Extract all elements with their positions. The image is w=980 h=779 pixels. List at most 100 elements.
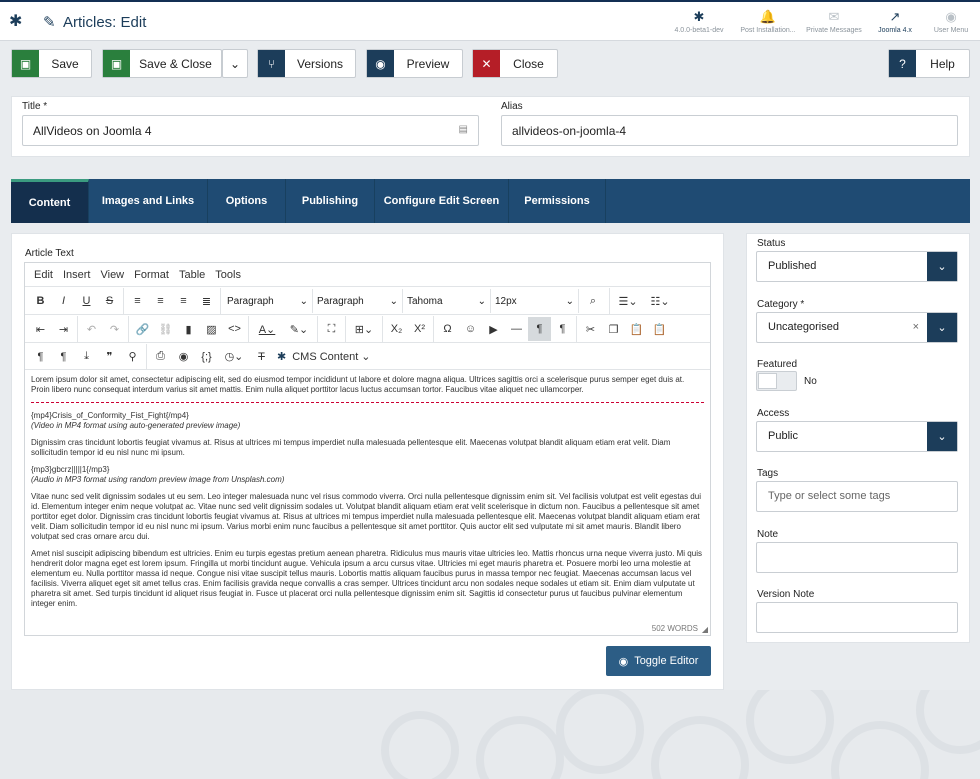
ltr-icon[interactable]: ¶ <box>528 317 551 341</box>
private-messages-label: Private Messages <box>806 27 862 34</box>
background-pattern <box>0 690 980 779</box>
preview-icon[interactable]: ◉ <box>172 345 195 369</box>
post-installation-item[interactable]: 🔔 Post Installation... <box>733 10 803 38</box>
copy-icon[interactable]: ❐ <box>602 317 625 341</box>
strikethrough-icon[interactable]: S <box>98 289 121 313</box>
paragraph-select[interactable]: Paragraph ⌄ <box>313 289 403 313</box>
tags-input[interactable]: Type or select some tags <box>756 481 958 512</box>
resize-handle-icon[interactable]: ◢ <box>702 625 708 634</box>
cut-icon[interactable]: ✂ <box>579 317 602 341</box>
undo-icon[interactable]: ↶ <box>80 317 103 341</box>
bullet-list-icon[interactable]: ☰⌄ <box>612 289 644 313</box>
align-left-icon[interactable]: ≡ <box>126 289 149 313</box>
version-item[interactable]: ✱ 4.0.0-beta1-dev <box>664 10 734 38</box>
save-options-dropdown[interactable]: ⌄ <box>222 49 248 78</box>
menu-tools[interactable]: Tools <box>210 263 246 287</box>
indent-icon[interactable]: ⇥ <box>52 317 75 341</box>
decorative-pattern-icon <box>381 690 980 779</box>
menu-view[interactable]: View <box>95 263 129 287</box>
versions-button[interactable]: ⑂ Versions <box>257 49 356 78</box>
save-button[interactable]: ▣ Save <box>11 49 92 78</box>
bold-icon[interactable]: B <box>29 289 52 313</box>
visual-chars-icon[interactable]: ¶ <box>29 345 52 369</box>
site-link-label: Joomla 4.x <box>878 27 912 34</box>
outdent-icon[interactable]: ⇤ <box>29 317 52 341</box>
visual-blocks-icon[interactable]: ¶ <box>52 345 75 369</box>
insert-datetime-icon[interactable]: ◷⌄ <box>218 345 250 369</box>
align-center-icon[interactable]: ≡ <box>149 289 172 313</box>
redo-icon[interactable]: ↷ <box>103 317 126 341</box>
status-label: Status <box>757 238 786 249</box>
search-icon[interactable]: ⌕ <box>579 289 607 313</box>
help-button[interactable]: ? Help <box>888 49 970 78</box>
tab-publishing[interactable]: Publishing <box>286 179 375 223</box>
numbered-list-icon[interactable]: ☷⌄ <box>644 289 676 313</box>
align-right-icon[interactable]: ≡ <box>172 289 195 313</box>
editor-toolbar-row-1: B I U S ≡ ≡ ≡ ≣ Paragraph ⌄ Paragraph ⌄ Ta… <box>25 288 710 315</box>
title-input[interactable]: AllVideos on Joomla 4 ▤ <box>22 115 479 146</box>
underline-icon[interactable]: U <box>75 289 98 313</box>
save-icon: ▣ <box>103 50 130 77</box>
save-close-button[interactable]: ▣ Save & Close <box>102 49 222 78</box>
close-button[interactable]: ✕ Close <box>472 49 558 78</box>
tab-permissions[interactable]: Permissions <box>509 179 606 223</box>
user-menu-item[interactable]: ◉ User Menu <box>916 10 980 38</box>
italic-icon[interactable]: I <box>52 289 75 313</box>
link-icon[interactable]: 🔗 <box>131 317 154 341</box>
text-color-icon[interactable]: A⌄ <box>251 317 283 341</box>
clear-icon[interactable]: × <box>913 321 919 333</box>
cms-content-dropdown[interactable]: CMS Content ⌄ <box>290 345 372 369</box>
block-format-select[interactable]: Paragraph ⌄ <box>223 289 313 313</box>
toggle-editor-button[interactable]: ◉ Toggle Editor <box>606 646 711 676</box>
bookmark-icon[interactable]: ▮ <box>177 317 200 341</box>
menu-table[interactable]: Table <box>174 263 210 287</box>
access-select[interactable]: Public ⌄ <box>756 421 958 452</box>
category-select[interactable]: Uncategorised × ⌄ <box>756 312 958 343</box>
stamp-icon[interactable]: ⚲ <box>121 345 144 369</box>
template-icon[interactable]: {;} <box>195 345 218 369</box>
font-family-select[interactable]: Tahoma ⌄ <box>403 289 491 313</box>
paragraph-3: Vitae nunc sed velit dignissim sodales u… <box>31 492 701 541</box>
align-justify-icon[interactable]: ≣ <box>195 289 218 313</box>
version-note-input[interactable] <box>756 602 958 633</box>
private-messages-item[interactable]: ✉ Private Messages <box>799 10 869 38</box>
horizontal-line-icon[interactable]: — <box>505 317 528 341</box>
status-select[interactable]: Published ⌄ <box>756 251 958 282</box>
rtl-icon[interactable]: ¶ <box>551 317 574 341</box>
insert-file-icon[interactable]: ⤓ <box>75 345 98 369</box>
emoticons-icon[interactable]: ☺ <box>459 317 482 341</box>
tab-images-and-links[interactable]: Images and Links <box>89 179 208 223</box>
joomla-logo-icon[interactable]: ✱ <box>9 14 25 30</box>
font-size-select[interactable]: 12px ⌄ <box>491 289 579 313</box>
menu-edit[interactable]: Edit <box>29 263 58 287</box>
paste-icon[interactable]: 📋 <box>625 317 648 341</box>
special-character-icon[interactable]: Ω <box>436 317 459 341</box>
menu-format[interactable]: Format <box>129 263 174 287</box>
preview-button[interactable]: ◉ Preview <box>366 49 463 78</box>
editor-content[interactable]: Lorem ipsum dolor sit amet, consectetur … <box>25 369 710 619</box>
subscript-icon[interactable]: X₂ <box>385 317 408 341</box>
tab-options[interactable]: Options <box>208 179 286 223</box>
unlink-icon[interactable]: ⛓ <box>154 317 177 341</box>
superscript-icon[interactable]: X² <box>408 317 431 341</box>
fullscreen-icon[interactable]: ⛶ <box>320 317 343 341</box>
paste-text-icon[interactable]: 📋 <box>648 317 671 341</box>
menu-insert[interactable]: Insert <box>58 263 96 287</box>
media-icon[interactable]: ▶ <box>482 317 505 341</box>
category-label: Category * <box>757 299 805 310</box>
alias-input[interactable]: allvideos-on-joomla-4 <box>501 115 958 146</box>
note-input[interactable] <box>756 542 958 573</box>
title-label: Title * <box>22 101 48 112</box>
blockquote-icon[interactable]: ❞ <box>98 345 121 369</box>
tab-configure-edit-screen[interactable]: Configure Edit Screen <box>375 179 509 223</box>
chevron-down-icon: ⌄ <box>229 56 241 71</box>
featured-switch[interactable] <box>756 371 797 391</box>
clear-formatting-icon[interactable]: T <box>250 345 273 369</box>
tab-content[interactable]: Content <box>11 179 89 223</box>
highlight-color-icon[interactable]: ✎⌄ <box>283 317 315 341</box>
code-icon[interactable]: <> <box>223 317 246 341</box>
table-icon[interactable]: ⊞⌄ <box>348 317 380 341</box>
image-icon[interactable]: ▨ <box>200 317 223 341</box>
print-icon[interactable]: ⎙ <box>149 345 172 369</box>
chevron-down-icon: ⌄ <box>565 295 574 307</box>
